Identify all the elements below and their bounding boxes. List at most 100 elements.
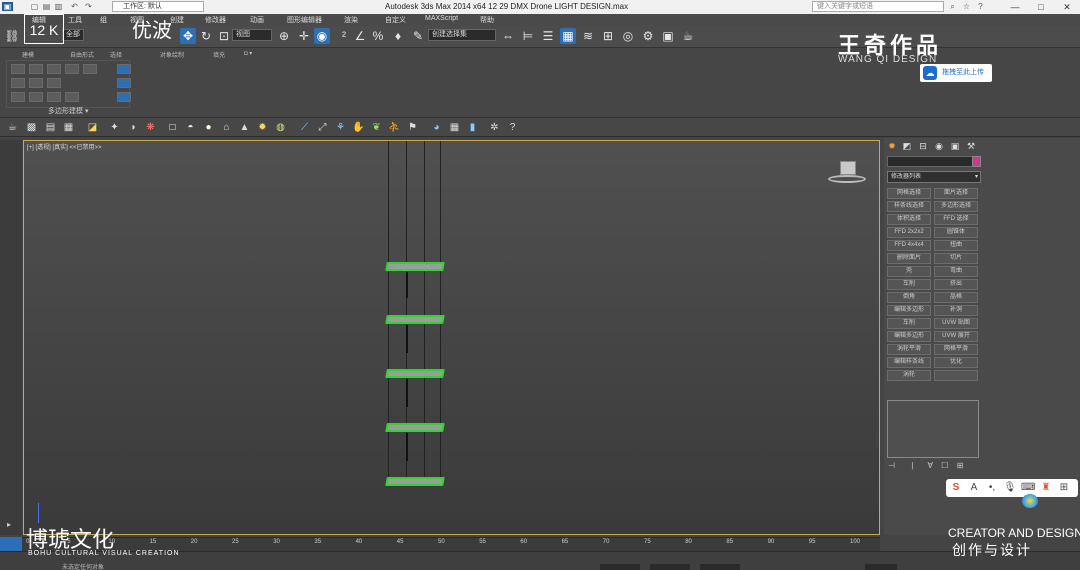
coord-y-field[interactable] bbox=[650, 564, 690, 570]
ribbon-tab[interactable]: 对象绘制 bbox=[160, 50, 184, 59]
perspective-viewport[interactable]: [+] [透视] [真实] <<已禁用>> bbox=[23, 140, 880, 535]
ribbon-button[interactable] bbox=[117, 92, 131, 102]
dome-icon[interactable]: ◓ bbox=[184, 121, 197, 134]
binoculars-icon[interactable]: ⌕ bbox=[948, 2, 957, 11]
ribbon-button[interactable] bbox=[65, 92, 79, 102]
save-icon[interactable]: ▥ bbox=[54, 2, 63, 11]
render-frame-icon[interactable]: ▣ bbox=[660, 28, 676, 44]
manipulate-icon[interactable]: ◉ bbox=[314, 28, 330, 44]
modify-tab-icon[interactable]: ◩ bbox=[900, 140, 914, 152]
modifier-button[interactable]: 扭曲 bbox=[934, 240, 978, 251]
modifier-button[interactable]: 切片 bbox=[934, 253, 978, 264]
snap-icon[interactable]: ² bbox=[336, 28, 352, 44]
render-setup-icon[interactable]: ⚙ bbox=[640, 28, 656, 44]
modifier-button[interactable]: 样条线选择 bbox=[887, 201, 931, 212]
remove-modifier-icon[interactable]: ☐ bbox=[941, 461, 948, 470]
star-icon[interactable]: ☆ bbox=[962, 2, 971, 11]
modifier-button[interactable]: 壳 bbox=[887, 266, 931, 277]
flag-icon[interactable]: ⚑ bbox=[406, 121, 419, 134]
light-plate[interactable] bbox=[385, 477, 445, 486]
ribbon-button[interactable] bbox=[65, 64, 79, 74]
ribbon-button[interactable] bbox=[11, 78, 25, 88]
ribbon-button[interactable] bbox=[47, 64, 61, 74]
modifier-button[interactable]: 编辑多边形 bbox=[887, 331, 931, 342]
plane-icon[interactable]: □ bbox=[166, 121, 179, 134]
timeline[interactable]: 0 5 10 15 20 25 30 35 40 45 50 55 60 65 70 75 80 85 90 95 10… bbox=[0, 537, 880, 551]
configure-icon[interactable]: ⊞ bbox=[957, 461, 964, 470]
modifier-button[interactable]: FFD 2x2x2 bbox=[887, 227, 931, 238]
undo-icon[interactable]: ↶ bbox=[70, 2, 79, 11]
modifier-button[interactable]: UVW 贴图 bbox=[934, 318, 978, 329]
link-icon[interactable]: ⛓ bbox=[4, 28, 20, 44]
ime-punct-icon[interactable]: •, bbox=[985, 481, 999, 495]
pattern-icon[interactable]: ❋ bbox=[144, 121, 157, 134]
leaf-icon[interactable]: ❦ bbox=[370, 121, 383, 134]
motion-tab-icon[interactable]: ◉ bbox=[932, 140, 946, 152]
ribbon-button[interactable] bbox=[11, 92, 25, 102]
ime-logo-icon[interactable]: S bbox=[949, 481, 963, 495]
spinner-snap-icon[interactable]: ♦ bbox=[390, 28, 406, 44]
modifier-button[interactable]: UVW 展开 bbox=[934, 331, 978, 342]
wand-icon[interactable]: ✦ bbox=[108, 121, 121, 134]
viewcube-face[interactable] bbox=[840, 161, 856, 175]
mirror-icon[interactable]: ⇔ bbox=[500, 28, 516, 44]
search-input[interactable]: 键入关键字或短语 bbox=[812, 1, 944, 12]
ribbon-tab[interactable]: 选择 bbox=[110, 50, 122, 59]
ribbon-button[interactable] bbox=[29, 64, 43, 74]
viewcube[interactable] bbox=[828, 161, 866, 185]
modifier-button[interactable]: 编辑多边形 bbox=[887, 305, 931, 316]
bones-icon[interactable]: ⚘ bbox=[334, 121, 347, 134]
menu-item[interactable]: 动画 bbox=[250, 15, 264, 25]
modifier-button[interactable]: 网格平滑 bbox=[934, 344, 978, 355]
image-icon[interactable]: ▩ bbox=[25, 121, 38, 134]
modifier-button[interactable]: 优化 bbox=[934, 357, 978, 368]
menu-item[interactable]: 帮助 bbox=[480, 15, 494, 25]
utilities-tab-icon[interactable]: ⚒ bbox=[964, 140, 978, 152]
list-icon[interactable]: ▦ bbox=[62, 121, 75, 134]
percent-snap-icon[interactable]: % bbox=[370, 28, 386, 44]
hand-icon[interactable]: ✋ bbox=[352, 121, 365, 134]
modifier-button[interactable]: 删除面片 bbox=[887, 253, 931, 264]
modifier-button[interactable]: 面片选择 bbox=[934, 188, 978, 199]
coord-z-field[interactable] bbox=[700, 564, 740, 570]
curve-editor-icon[interactable]: ≋ bbox=[580, 28, 596, 44]
collapse-arrow-icon[interactable]: ▸ bbox=[7, 520, 11, 529]
ribbon-button[interactable] bbox=[47, 92, 61, 102]
microphone-icon[interactable]: 🎙 bbox=[1003, 481, 1017, 495]
menu-item[interactable]: 工具 bbox=[68, 15, 82, 25]
cone-icon[interactable]: ▲ bbox=[238, 121, 251, 134]
menu-item[interactable]: 自定义 bbox=[385, 15, 406, 25]
box-icon[interactable]: ⌂ bbox=[220, 121, 233, 134]
cycle-icon[interactable]: ◑ bbox=[126, 121, 139, 134]
keyboard-icon[interactable]: ⌨ bbox=[1021, 481, 1035, 495]
object-color-swatch[interactable] bbox=[972, 156, 981, 167]
sun-icon[interactable]: ✹ bbox=[256, 121, 269, 134]
modifier-button[interactable]: 车削 bbox=[887, 318, 931, 329]
modifier-button[interactable]: 多边形选择 bbox=[934, 201, 978, 212]
key-filter-dropdown[interactable] bbox=[865, 564, 897, 570]
scale-icon[interactable]: ⊡ bbox=[216, 28, 232, 44]
modifier-button[interactable]: 倒角 bbox=[887, 292, 931, 303]
schematic-icon[interactable]: ⊞ bbox=[600, 28, 616, 44]
graphite-toggle-icon[interactable]: ▦ bbox=[560, 28, 576, 44]
modifier-button[interactable]: 编辑样条线 bbox=[887, 357, 931, 368]
ribbon-button[interactable] bbox=[117, 64, 131, 74]
new-icon[interactable]: ▢ bbox=[30, 2, 39, 11]
ribbon-button[interactable] bbox=[11, 64, 25, 74]
modifier-button[interactable]: 挤出 bbox=[934, 279, 978, 290]
upload-button[interactable]: ☁ 拖拽至此上传 bbox=[920, 64, 992, 82]
light-plate[interactable] bbox=[385, 315, 445, 324]
modifier-button[interactable]: FFD 4x4x4 bbox=[887, 240, 931, 251]
settings-icon[interactable]: ✲ bbox=[488, 121, 501, 134]
ribbon-options-icon[interactable]: ◘ ▾ bbox=[244, 50, 252, 57]
ribbon-tab[interactable]: 建模 bbox=[22, 50, 34, 59]
ribbon-tab[interactable]: 填充 bbox=[213, 50, 225, 59]
menu-item[interactable]: 组 bbox=[100, 15, 107, 25]
menu-item[interactable]: 渲染 bbox=[344, 15, 358, 25]
render-icon[interactable]: ☕ bbox=[680, 28, 696, 44]
ime-lang-icon[interactable]: A bbox=[967, 481, 981, 495]
modifier-button[interactable]: 车削 bbox=[887, 279, 931, 290]
modifier-button[interactable]: 弯曲 bbox=[934, 266, 978, 277]
angle-snap-icon[interactable]: ∠ bbox=[352, 28, 368, 44]
coord-x-field[interactable] bbox=[600, 564, 640, 570]
